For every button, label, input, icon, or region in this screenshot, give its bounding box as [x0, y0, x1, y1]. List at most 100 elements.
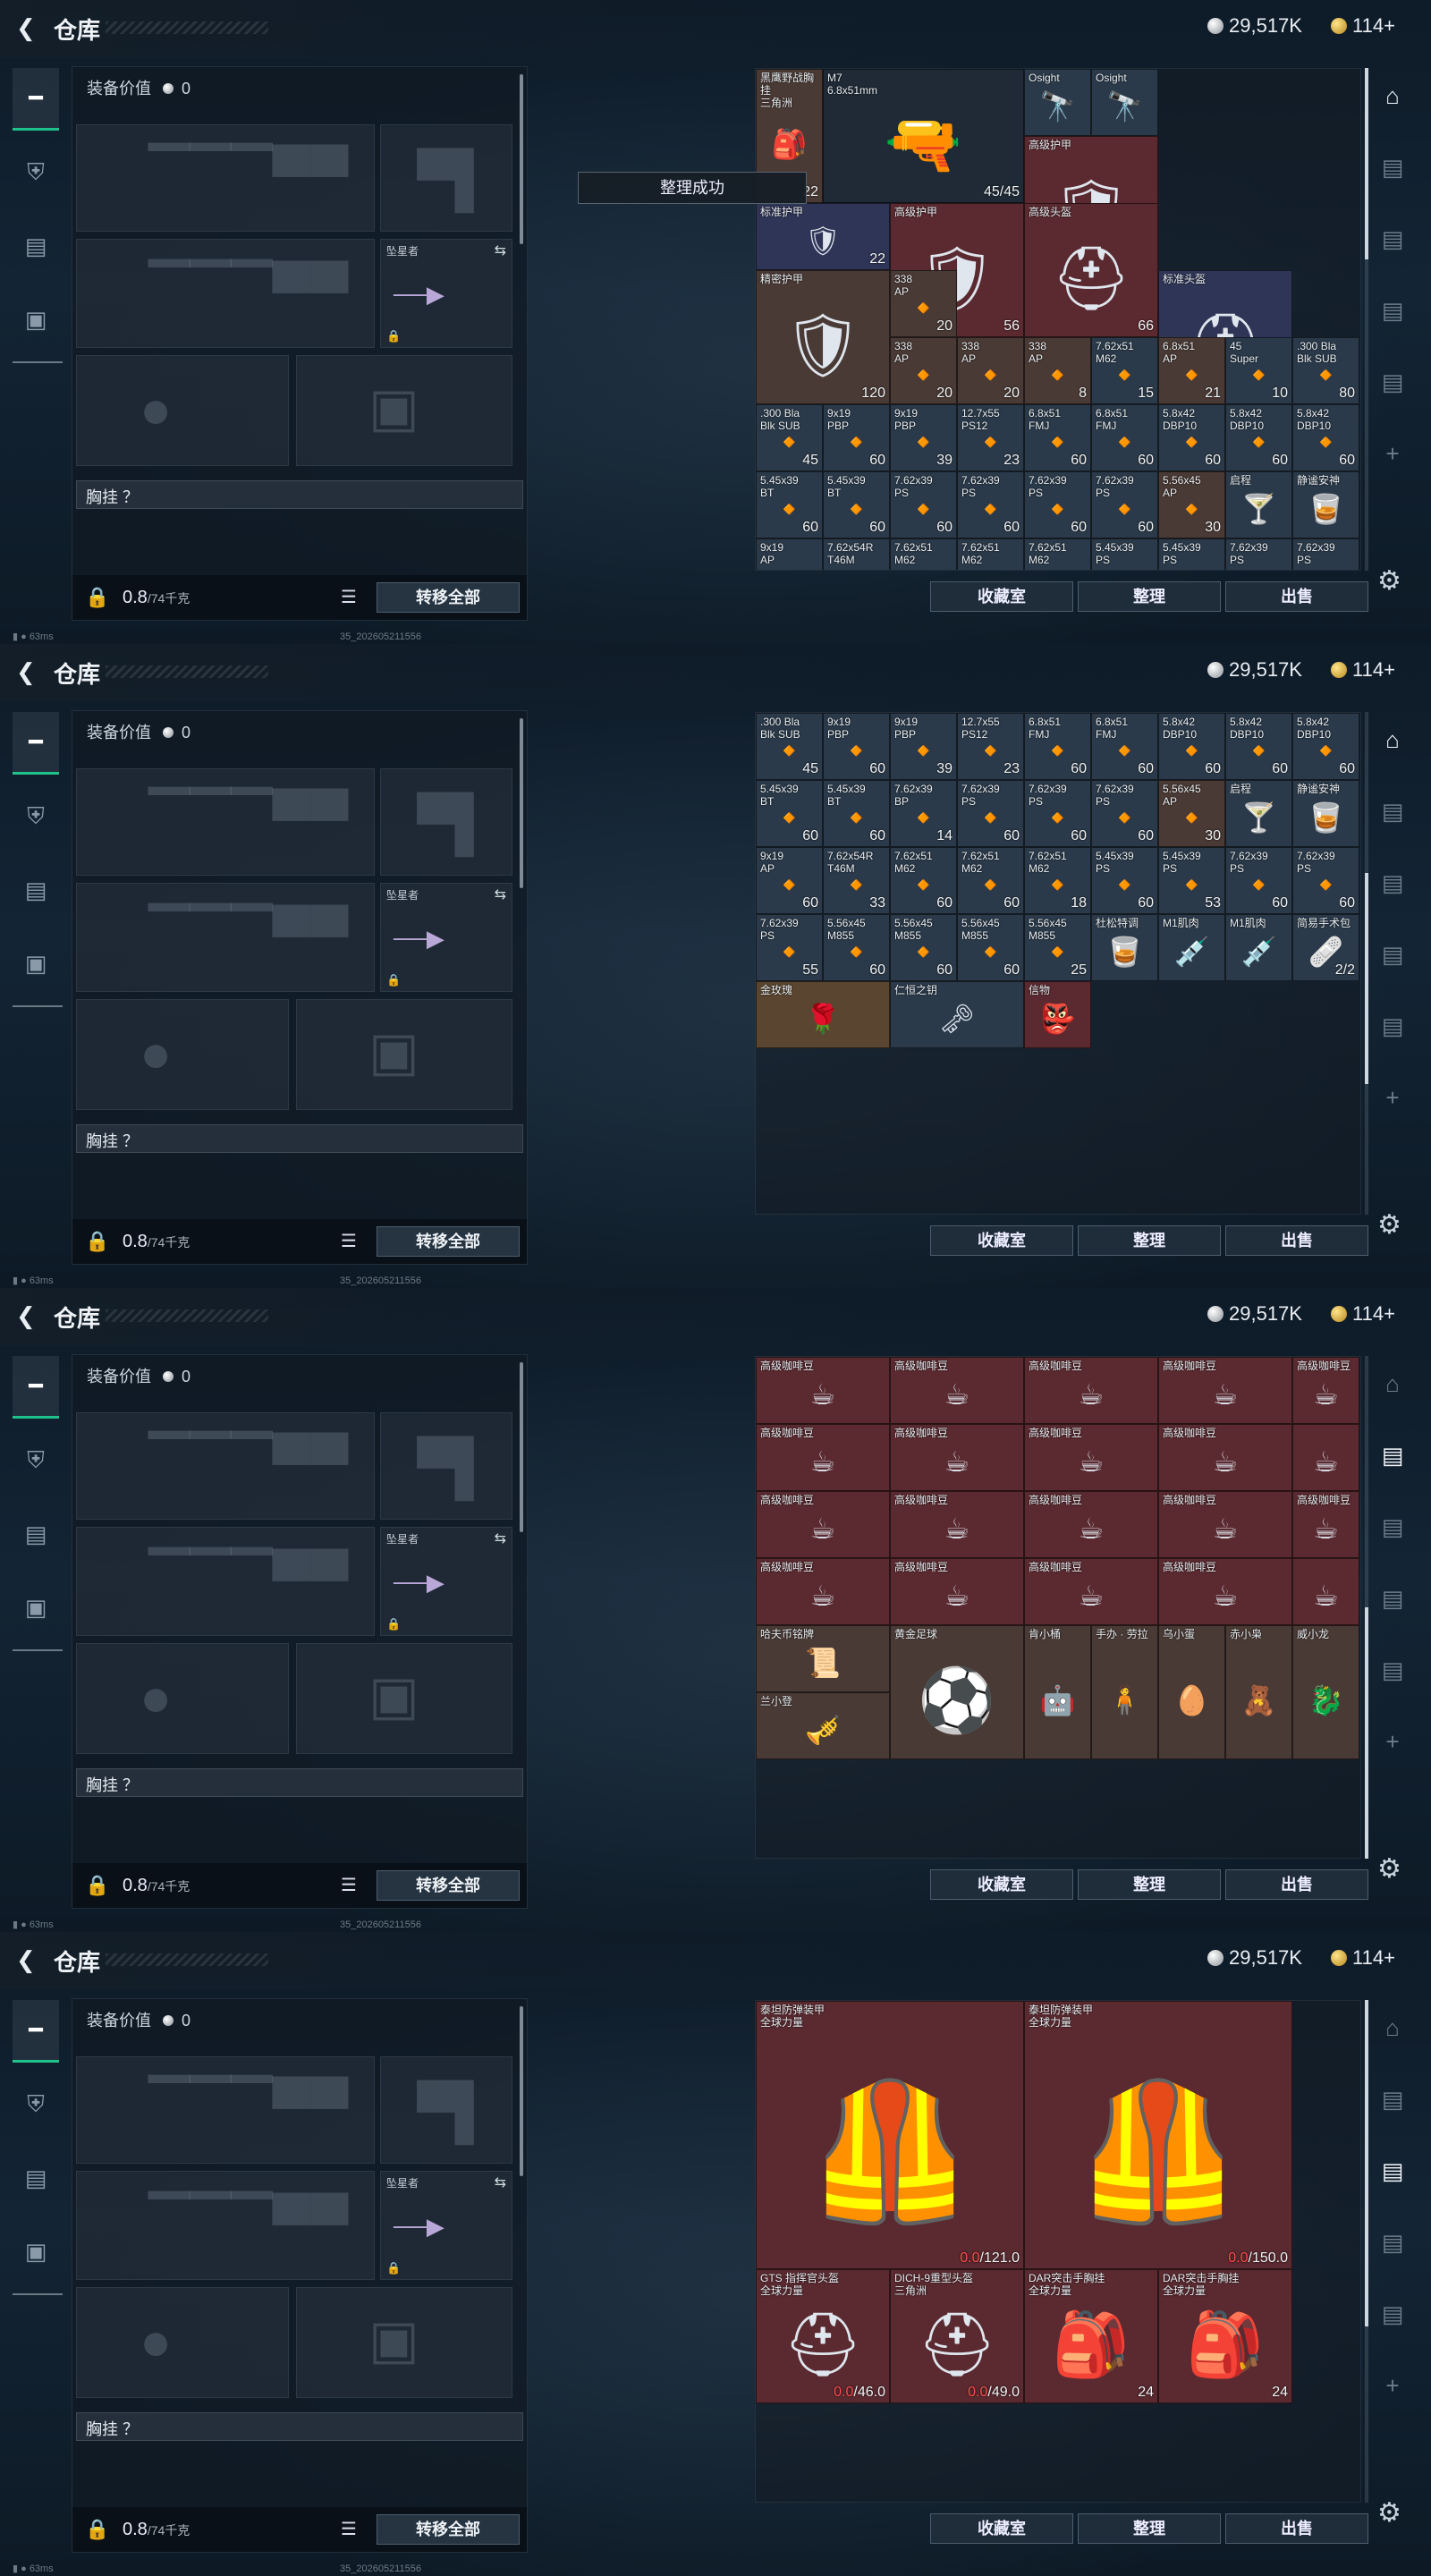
- inventory-item[interactable]: 🔸 5.56x45 M855 60: [957, 914, 1024, 981]
- inventory-item[interactable]: 🔸 5.56x45 AP 30: [1158, 471, 1225, 538]
- inventory-item[interactable]: 🧍 手办 · 劳拉: [1091, 1625, 1158, 1759]
- armor-tab-icon[interactable]: ⛨: [13, 2073, 59, 2136]
- inventory-item[interactable]: 🔸 7.62x54R T46M 33: [823, 847, 890, 914]
- inventory-item[interactable]: 🔸 6.8x51 FMJ 60: [1024, 404, 1091, 471]
- all-items-icon[interactable]: ⌂: [1373, 726, 1412, 758]
- inventory-item[interactable]: 🔸7.62x51 M62: [957, 538, 1024, 570]
- armor-tab-icon[interactable]: ⛨: [13, 785, 59, 848]
- swap-icon[interactable]: ⇆: [495, 242, 506, 259]
- sell-button[interactable]: 出售: [1225, 581, 1368, 612]
- storage-tab-icon[interactable]: ▤: [1373, 297, 1412, 329]
- chest-rig-header[interactable]: 胸挂 ？: [76, 1768, 523, 1797]
- warehouse-scrollbar[interactable]: [1365, 1356, 1368, 1859]
- inventory-item[interactable]: ☕ 高级咖啡豆: [890, 1357, 1024, 1424]
- inventory-item[interactable]: 🔸5.45x39 PS: [1158, 538, 1225, 570]
- inventory-item[interactable]: 🔸 5.56x45 M855 60: [823, 914, 890, 981]
- inventory-item[interactable]: 🔸 6.8x51 AP 21: [1158, 337, 1225, 404]
- inventory-item[interactable]: ⚽ 黄金足球: [890, 1625, 1024, 1759]
- inventory-item[interactable]: 🔸 7.62x51 M62 18: [1024, 847, 1091, 914]
- inventory-item[interactable]: 🩹 简易手术包 2/2: [1292, 914, 1359, 981]
- add-tab-icon[interactable]: +: [1373, 1084, 1412, 1116]
- inventory-item[interactable]: ☕ 高级咖啡豆: [890, 1558, 1024, 1625]
- weapon-tab-icon[interactable]: ━: [13, 2000, 59, 2063]
- sort-button[interactable]: 整理: [1078, 2513, 1221, 2544]
- inventory-item[interactable]: 🔸 .300 Bla Blk SUB 80: [1292, 337, 1359, 404]
- add-tab-icon[interactable]: +: [1373, 2372, 1412, 2404]
- silver-currency[interactable]: 29,517K: [1207, 1946, 1302, 1970]
- inventory-item[interactable]: 🔸5.45x39 PS: [1091, 538, 1158, 570]
- inventory-item[interactable]: 🔸 5.45x39 BT 60: [823, 780, 890, 847]
- inventory-item[interactable]: 🛡 标准护甲 22: [756, 203, 890, 270]
- inventory-item[interactable]: 🔸 7.62x39 PS 60: [957, 471, 1024, 538]
- collection-room-button[interactable]: 收藏室: [930, 1869, 1073, 1900]
- inventory-item[interactable]: ☕ 高级咖啡豆: [756, 1424, 890, 1491]
- secondary-weapon-slot[interactable]: ▔▔▔▀▀: [76, 883, 375, 992]
- inventory-item[interactable]: ☕ 高级咖啡豆: [1024, 1491, 1158, 1558]
- case-tab-icon[interactable]: ▣: [13, 2220, 59, 2283]
- inventory-item[interactable]: 🔸 12.7x55 PS12 23: [957, 713, 1024, 780]
- list-icon[interactable]: ☰: [341, 1230, 357, 1252]
- inventory-item[interactable]: 🔸 5.45x39 BT 60: [756, 471, 823, 538]
- inventory-item[interactable]: 📜 哈夫币铭牌: [756, 1625, 890, 1692]
- sort-button[interactable]: 整理: [1078, 1225, 1221, 1256]
- inventory-item[interactable]: 🔸 7.62x39 PS 60: [1091, 471, 1158, 538]
- loadout-scrollbar[interactable]: [520, 74, 523, 244]
- loadout-scrollbar[interactable]: [520, 718, 523, 888]
- armor-slot[interactable]: ▣: [296, 355, 512, 466]
- inventory-item[interactable]: 🔸 5.8x42 DBP10 60: [1158, 713, 1225, 780]
- inventory-item[interactable]: ☕: [1292, 1424, 1359, 1491]
- inventory-item[interactable]: 🔸 5.8x42 DBP10 60: [1225, 404, 1292, 471]
- storage-tab-icon[interactable]: ▤: [1373, 1657, 1412, 1689]
- secondary-weapon-slot[interactable]: ▔▔▔▀▀: [76, 2171, 375, 2280]
- inventory-item[interactable]: 🔸7.62x51 M62: [890, 538, 957, 570]
- inventory-item[interactable]: 🔸 5.56x45 M855 60: [890, 914, 957, 981]
- case-tab-icon[interactable]: ▣: [13, 932, 59, 995]
- weapon-tab-icon[interactable]: ━: [13, 712, 59, 775]
- inventory-item[interactable]: ☕ 高级咖啡豆: [1292, 1357, 1359, 1424]
- armor-slot[interactable]: ▣: [296, 1643, 512, 1754]
- backpack-tab-icon[interactable]: ▤: [13, 859, 59, 921]
- gold-currency[interactable]: 114+: [1331, 658, 1395, 682]
- inventory-item[interactable]: 🥃 杜松特调: [1091, 914, 1158, 981]
- primary-weapon-slot[interactable]: ▔▔▔▀▀: [76, 768, 375, 876]
- primary-weapon-slot[interactable]: ▔▔▔▀▀: [76, 2056, 375, 2164]
- inventory-item[interactable]: 🔸 5.45x39 PS 53: [1158, 847, 1225, 914]
- warehouse-scrollbar[interactable]: [1365, 2000, 1368, 2503]
- inventory-item[interactable]: ☕ 高级咖啡豆: [1024, 1357, 1158, 1424]
- inventory-item[interactable]: 💉 M1肌肉: [1158, 914, 1225, 981]
- list-icon[interactable]: ☰: [341, 1874, 357, 1896]
- inventory-item[interactable]: 🔸 5.45x39 BT 60: [823, 471, 890, 538]
- inventory-item[interactable]: 🔸 5.56x45 AP 30: [1158, 780, 1225, 847]
- armor-slot[interactable]: ▣: [296, 999, 512, 1110]
- inventory-item[interactable]: 🔸 6.8x51 FMJ 60: [1091, 404, 1158, 471]
- case-tab-icon[interactable]: ▣: [13, 288, 59, 351]
- chest-rig-header[interactable]: 胸挂 ？: [76, 480, 523, 509]
- collection-room-button[interactable]: 收藏室: [930, 1225, 1073, 1256]
- storage-tab-icon[interactable]: ▤: [1373, 941, 1412, 973]
- inventory-item[interactable]: 🐉 威小龙: [1292, 1625, 1359, 1759]
- inventory-item[interactable]: ☕ 高级咖啡豆: [756, 1558, 890, 1625]
- inventory-item[interactable]: 🔫 M7 6.8x51mm 45/45: [823, 69, 1024, 203]
- backpack-tab-icon[interactable]: ▤: [13, 1503, 59, 1565]
- sort-button[interactable]: 整理: [1078, 581, 1221, 612]
- all-items-icon[interactable]: ⌂: [1373, 82, 1412, 114]
- inventory-item[interactable]: 🔸 7.62x39 BP 14: [890, 780, 957, 847]
- transfer-all-button[interactable]: 转移全部: [377, 1870, 520, 1901]
- back-arrow-icon[interactable]: ❮: [16, 1946, 43, 1973]
- storage-tab-icon[interactable]: ▤: [1373, 1013, 1412, 1045]
- inventory-item[interactable]: 🔸 5.8x42 DBP10 60: [1225, 713, 1292, 780]
- transfer-all-button[interactable]: 转移全部: [377, 1226, 520, 1257]
- inventory-item[interactable]: 🔸 7.62x39 PS 60: [1292, 847, 1359, 914]
- inventory-item[interactable]: 🔸 5.45x39 BT 60: [756, 780, 823, 847]
- chest-rig-header[interactable]: 胸挂 ？: [76, 2412, 523, 2441]
- inventory-item[interactable]: 🔸 7.62x39 PS 55: [756, 914, 823, 981]
- inventory-item[interactable]: 💉 M1肌肉: [1225, 914, 1292, 981]
- scroll-thumb[interactable]: [1365, 1607, 1368, 1859]
- inventory-item[interactable]: 🍸 启程: [1225, 780, 1292, 847]
- primary-weapon-slot[interactable]: ▔▔▔▀▀: [76, 1412, 375, 1520]
- inventory-item[interactable]: 🛡 精密护甲 120: [756, 270, 890, 404]
- loadout-scrollbar[interactable]: [520, 1362, 523, 1532]
- inventory-item[interactable]: 🔸7.62x54R T46M: [823, 538, 890, 570]
- scroll-thumb[interactable]: [1365, 2000, 1368, 2326]
- gold-currency[interactable]: 114+: [1331, 1946, 1395, 1970]
